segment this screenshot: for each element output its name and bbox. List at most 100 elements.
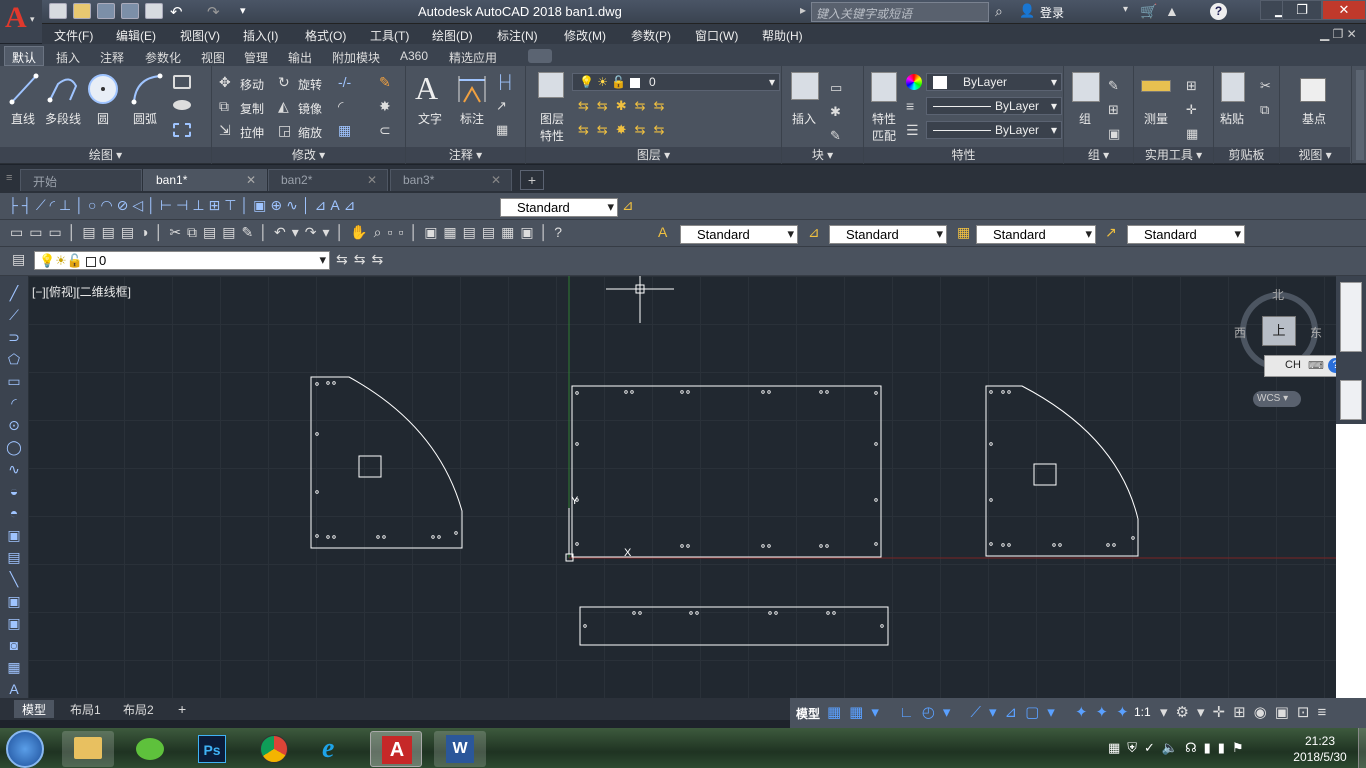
tab-layout2[interactable]: 布局2 [115,700,162,718]
mleaderstyle-icon[interactable]: ↗ [1105,224,1117,241]
annotation-panel-label[interactable]: 注释 ▾ [406,147,525,163]
modify-panel-label[interactable]: 修改 ▾ [212,147,405,163]
menu-parametric[interactable]: 参数(P) [631,27,671,44]
restore-button[interactable]: ❐ [1282,0,1322,20]
autodesk-exchange-icon[interactable]: ▲ [1165,3,1179,19]
standard-tool-icons[interactable]: ▭▭▭│▤▤▤◑│✂⧉▤▤✎│↶▾↷▾│✋⌕▫▫│▣▦▤▤▦▣│? [10,224,568,241]
dimstyle-select[interactable]: Standard [500,198,618,217]
block-tools-icons[interactable]: ▭ ✱ ✎ [830,76,842,148]
tab-ban1[interactable]: ban1* ✕ [143,169,267,191]
array-icon[interactable]: ▦ [338,122,351,139]
menu-format[interactable]: 格式(O) [305,27,346,44]
tab-annotate[interactable]: 注释 [100,49,124,66]
utilities-tools-icons[interactable]: ⊞ ✛ ▦ [1186,74,1198,146]
rectangle-icon[interactable] [173,75,191,89]
explode-icon[interactable]: ✸ [379,98,391,115]
rotate-label[interactable]: 旋转 [298,76,322,93]
explorer-taskbar-icon[interactable] [62,731,114,767]
layer-dropdown[interactable]: 💡 ☀ 🔓 0 ▾ [572,73,780,91]
photoshop-taskbar-icon[interactable]: Ps [186,731,238,767]
groups-panel-label[interactable]: 组 ▾ [1064,147,1133,163]
taskbar-clock[interactable]: 21:23 2018/5/30 [1285,733,1355,765]
new-tab-button[interactable]: + [520,170,544,190]
polyline-label[interactable]: 多段线 [45,110,81,127]
linetype-icon[interactable]: ≡ [906,98,914,114]
copy-label[interactable]: 复制 [240,100,264,117]
measure-icon[interactable] [1141,80,1171,92]
lineweight-icon[interactable]: ☰ [906,122,919,139]
copy-icon[interactable]: ⧉ [219,98,229,115]
layer-manager-icon[interactable]: ▤ [12,251,25,268]
menu-modify[interactable]: 修改(M) [564,27,606,44]
tab-view[interactable]: 视图 [201,49,225,66]
clipboard-tools-icons[interactable]: ✂ ⧉ [1260,74,1271,122]
viewcube-east[interactable]: 东 [1310,324,1322,341]
tab-output[interactable]: 输出 [288,49,312,66]
match-properties-icon[interactable] [871,72,897,102]
system-tray-icons[interactable]: ▦⛨✓🔈☊▮▮⚑ [1108,740,1251,756]
erase-icon[interactable]: ✎ [379,74,391,91]
autocad-taskbar-icon[interactable]: A [370,731,422,767]
move-label[interactable]: 移动 [240,76,264,93]
menu-file[interactable]: 文件(F) [54,27,93,44]
circle-icon[interactable] [86,72,120,106]
layer-properties-icon[interactable] [538,72,564,98]
scale-label[interactable]: 缩放 [298,124,322,141]
login-dropdown-icon[interactable]: ▾ [1123,4,1128,15]
tablestyle-icon[interactable]: ▦ [957,224,970,241]
cart-icon[interactable]: 🛒 [1140,3,1157,20]
layers-panel-label[interactable]: 图层 ▾ [526,147,781,163]
menu-edit[interactable]: 编辑(E) [116,27,156,44]
tab-start[interactable]: 开始 [20,169,142,191]
menu-tools[interactable]: 工具(T) [370,27,409,44]
tab-addins[interactable]: 附加模块 [332,49,380,66]
leader-icon[interactable]: ↗ [496,98,507,114]
expand-arrow-icon[interactable]: ▸ [800,3,806,17]
new-file-icon[interactable] [49,3,67,19]
boundary-icon[interactable] [173,123,191,137]
navigation-bar-mid[interactable] [1340,380,1362,420]
paste-label[interactable]: 粘贴 [1220,110,1244,127]
base-point-label[interactable]: 基点 [1302,110,1326,127]
undo-icon[interactable]: ↶ [170,3,183,21]
arc-label[interactable]: 圆弧 [133,110,157,127]
tab-parametric[interactable]: 参数化 [145,49,181,66]
login-link[interactable]: 登录 [1040,4,1064,21]
textstyle-icon[interactable]: A [658,224,667,240]
insert-label[interactable]: 插入 [792,110,816,127]
stretch-icon[interactable]: ⇲ [219,122,231,139]
model-space-button[interactable]: 模型 [796,705,820,722]
base-point-icon[interactable] [1300,78,1326,102]
search-input[interactable]: 键入关键字或短语 [811,2,989,22]
menu-view[interactable]: 视图(V) [180,27,220,44]
circle-label[interactable]: 圆 [97,110,109,127]
dimstyle-manager-icon[interactable]: ⊿ [622,197,634,214]
chrome-taskbar-icon[interactable] [248,731,300,767]
tab-model[interactable]: 模型 [14,700,55,718]
save-as-icon[interactable] [121,3,139,19]
paste-icon[interactable] [1221,72,1245,102]
menu-insert[interactable]: 插入(I) [243,27,278,44]
keyboard-icon[interactable]: ⌨ [1308,359,1324,372]
binoculars-icon[interactable]: ⌕ [995,3,1003,20]
trim-icon[interactable]: -/- [338,74,351,90]
hatch-icon[interactable] [173,100,191,110]
application-menu-button[interactable]: A ▾ [0,0,42,43]
line-icon[interactable] [8,72,40,106]
group-label[interactable]: 组 [1079,110,1091,127]
tab-ban3[interactable]: ban3* ✕ [390,169,512,191]
open-file-icon[interactable] [73,3,91,19]
mleaderstyle-select[interactable]: Standard [1127,225,1245,244]
help-icon[interactable]: ? [1210,3,1227,20]
tab-a360[interactable]: A360 [400,49,428,63]
table-icon[interactable]: ▦ [496,122,508,138]
layer-select[interactable]: 💡☀🔓 0 [34,251,330,270]
menu-draw[interactable]: 绘图(D) [432,27,473,44]
textstyle-select[interactable]: Standard [680,225,798,244]
linear-dim-icon[interactable]: ├┤ [496,74,514,89]
rotate-icon[interactable]: ↻ [278,74,290,91]
group-icon[interactable] [1072,72,1100,102]
draw-panel-label[interactable]: 绘图 ▾ [0,147,211,163]
linetype-dropdown[interactable]: ByLayer ▾ [926,97,1062,115]
layer-properties-label-2[interactable]: 特性 [540,127,564,144]
